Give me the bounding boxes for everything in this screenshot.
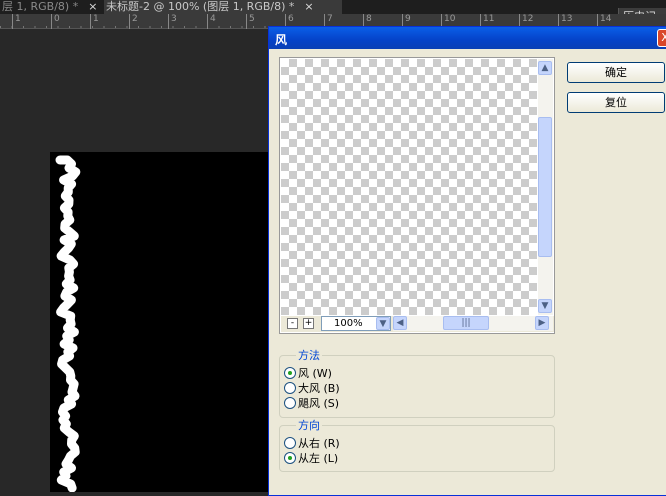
radio-label: 风 (W) xyxy=(298,367,332,380)
zoom-value: 100% xyxy=(334,318,363,329)
zoom-select[interactable]: 100% ▼ xyxy=(321,316,391,331)
tab-untitled-2[interactable]: 未标题-2 @ 100% (图层 1, RGB/8) * × xyxy=(104,0,342,14)
horizontal-scroll-thumb[interactable]: ||| xyxy=(443,316,489,330)
radio-stagger[interactable]: 飓风 (S) xyxy=(284,396,339,410)
preview-toolbar: - + 100% ▼ ◀ ||| ▶ xyxy=(281,316,554,332)
ruler-tick: 5 xyxy=(246,14,255,29)
reset-button[interactable]: 复位 xyxy=(567,92,665,113)
tab-label: 未标题-2 @ 100% (图层 1, RGB/8) * xyxy=(106,0,295,13)
radio-from-left[interactable]: 从左 (L) xyxy=(284,451,338,465)
ruler-tick: 3 xyxy=(168,14,177,29)
vertical-scrollbar[interactable]: ▲ ▼ xyxy=(538,59,553,315)
ruler-tick: 1 xyxy=(12,14,21,29)
radio-icon xyxy=(284,367,296,379)
zoom-out-button[interactable]: - xyxy=(287,318,298,329)
scroll-right-icon[interactable]: ▶ xyxy=(535,316,549,330)
radio-label: 从左 (L) xyxy=(298,452,339,465)
radio-label: 从右 (R) xyxy=(298,437,340,450)
dialog-title: 风 xyxy=(269,27,666,49)
radio-label: 飓风 (S) xyxy=(298,397,340,410)
wind-dialog: 风 X ▲ ▼ - + 100% ▼ ◀ ||| ▶ 确定 复位 方法 风 (W)… xyxy=(268,26,666,496)
radio-icon xyxy=(284,437,296,449)
scroll-left-icon[interactable]: ◀ xyxy=(393,316,407,330)
close-tab-icon[interactable]: × xyxy=(304,0,313,13)
radio-icon xyxy=(284,382,296,394)
document-tabs: 层 1, RGB/8) * × 未标题-2 @ 100% (图层 1, RGB/8… xyxy=(0,0,666,14)
close-icon[interactable]: X xyxy=(657,29,666,47)
vertical-scroll-thumb[interactable] xyxy=(538,117,552,257)
radio-icon xyxy=(284,397,296,409)
zoom-in-button[interactable]: + xyxy=(303,318,314,329)
method-group: 方法 风 (W) 大风 (B) 飓风 (S) xyxy=(279,350,555,418)
document-canvas[interactable] xyxy=(50,152,280,493)
horizontal-scrollbar[interactable]: ◀ ||| ▶ xyxy=(393,316,553,331)
chevron-down-icon[interactable]: ▼ xyxy=(376,317,390,330)
white-brush-stroke xyxy=(55,155,81,493)
radio-label: 大风 (B) xyxy=(298,382,340,395)
radio-blast[interactable]: 大风 (B) xyxy=(284,381,340,395)
radio-wind[interactable]: 风 (W) xyxy=(284,366,332,380)
ruler-tick: 1 xyxy=(90,14,99,29)
tab-layer[interactable]: 层 1, RGB/8) * × xyxy=(0,0,103,14)
ok-button[interactable]: 确定 xyxy=(567,62,665,83)
preview-panel: ▲ ▼ - + 100% ▼ ◀ ||| ▶ xyxy=(279,57,555,334)
scroll-down-icon[interactable]: ▼ xyxy=(538,299,552,313)
wind-stroke xyxy=(55,155,81,493)
ruler-tick: 0 xyxy=(51,14,60,29)
ruler-tick: 4 xyxy=(207,14,216,29)
tab-label: 层 1, RGB/8) * xyxy=(2,0,79,13)
direction-group: 方向 从右 (R) 从左 (L) xyxy=(279,420,555,472)
method-label: 方法 xyxy=(296,349,322,362)
direction-label: 方向 xyxy=(296,419,322,432)
transparency-preview[interactable] xyxy=(281,59,537,315)
radio-from-right[interactable]: 从右 (R) xyxy=(284,436,340,450)
close-tab-icon[interactable]: × xyxy=(88,0,97,13)
radio-icon xyxy=(284,452,296,464)
ruler-tick: 2 xyxy=(129,14,138,29)
scroll-up-icon[interactable]: ▲ xyxy=(538,61,552,75)
